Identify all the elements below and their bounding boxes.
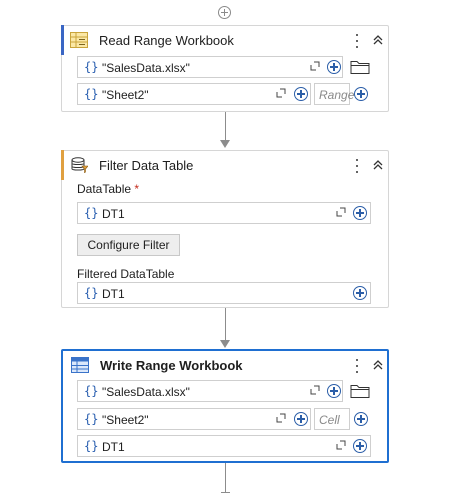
more-vertical-icon[interactable] — [354, 357, 360, 375]
sheet-name-value: "Sheet2" — [102, 413, 149, 427]
datatable-value: DT1 — [102, 440, 125, 454]
activity-header[interactable]: Filter Data Table — [62, 151, 388, 181]
expression-brace-icon: {} — [84, 87, 99, 101]
expression-brace-icon: {} — [84, 439, 99, 453]
expand-editor-icon[interactable] — [310, 385, 320, 395]
expression-brace-icon: {} — [84, 206, 99, 220]
filtered-datatable-value: DT1 — [102, 287, 125, 301]
expression-brace-icon: {} — [84, 60, 99, 74]
connector-line — [225, 308, 226, 341]
plus-circle-icon[interactable] — [354, 87, 368, 101]
range-field[interactable]: Range — [314, 83, 354, 105]
expand-editor-icon[interactable] — [336, 440, 346, 450]
workbook-path-field[interactable]: {} "SalesData.xlsx" — [77, 380, 343, 402]
write-range-workbook-activity[interactable]: Write Range Workbook {} "SalesData.xlsx"… — [61, 349, 389, 463]
plus-circle-icon[interactable] — [353, 439, 367, 453]
datatable-input-field[interactable]: {} DT1 — [77, 202, 371, 224]
activity-title: Read Range Workbook — [99, 33, 234, 48]
folder-icon[interactable] — [350, 59, 370, 75]
add-activity-top-icon[interactable] — [218, 6, 231, 19]
plus-circle-icon[interactable] — [327, 384, 341, 398]
range-placeholder: Range — [319, 88, 355, 102]
chevron-double-up-icon[interactable] — [371, 358, 385, 372]
sheet-name-field[interactable]: {} "Sheet2" — [77, 83, 311, 105]
expression-brace-icon: {} — [84, 412, 99, 426]
activity-header[interactable]: Read Range Workbook — [62, 26, 388, 56]
workbook-path-field[interactable]: {} "SalesData.xlsx" — [77, 56, 343, 78]
read-range-workbook-activity[interactable]: Read Range Workbook {} "SalesData.xlsx" … — [61, 25, 389, 112]
configure-filter-button[interactable]: Configure Filter — [77, 234, 180, 256]
datatable-filter-icon — [71, 157, 88, 173]
more-vertical-icon[interactable] — [354, 157, 360, 175]
plus-circle-icon[interactable] — [353, 286, 367, 300]
activity-header[interactable]: Write Range Workbook — [63, 351, 387, 381]
cell-field[interactable]: Cell — [314, 408, 350, 430]
plus-circle-icon[interactable] — [327, 60, 341, 74]
plus-circle-icon[interactable] — [353, 206, 367, 220]
filtered-datatable-label: Filtered DataTable — [77, 267, 175, 281]
connector-line — [225, 112, 226, 141]
sheet-name-field[interactable]: {} "Sheet2" — [77, 408, 311, 430]
more-vertical-icon[interactable] — [354, 32, 360, 50]
excel-write-icon — [71, 357, 89, 373]
datatable-input-field[interactable]: {} DT1 — [77, 435, 371, 457]
plus-circle-icon[interactable] — [294, 87, 308, 101]
expression-brace-icon: {} — [84, 384, 99, 398]
expand-editor-icon[interactable] — [276, 413, 286, 423]
filtered-datatable-field[interactable]: {} DT1 — [77, 282, 371, 304]
chevron-double-up-icon[interactable] — [371, 158, 385, 172]
datatable-label: DataTable * — [77, 182, 139, 196]
required-mark: * — [134, 182, 140, 196]
connector-end-icon — [221, 492, 230, 493]
excel-read-icon — [70, 32, 88, 48]
plus-circle-icon[interactable] — [294, 412, 308, 426]
expression-brace-icon: {} — [84, 286, 99, 300]
expand-editor-icon[interactable] — [276, 88, 286, 98]
plus-circle-icon[interactable] — [354, 412, 368, 426]
cell-placeholder: Cell — [319, 413, 340, 427]
folder-icon[interactable] — [350, 383, 370, 399]
datatable-label-text: DataTable — [77, 182, 132, 196]
datatable-value: DT1 — [102, 207, 125, 221]
workbook-path-value: "SalesData.xlsx" — [102, 61, 190, 75]
connector-arrow-icon — [220, 140, 230, 148]
connector-arrow-icon — [220, 340, 230, 348]
activity-title: Write Range Workbook — [100, 358, 243, 373]
expand-editor-icon[interactable] — [336, 207, 346, 217]
activity-title: Filter Data Table — [99, 158, 194, 173]
connector-line — [225, 463, 226, 493]
chevron-double-up-icon[interactable] — [371, 33, 385, 47]
expand-editor-icon[interactable] — [310, 61, 320, 71]
sheet-name-value: "Sheet2" — [102, 88, 149, 102]
filter-data-table-activity[interactable]: Filter Data Table DataTable * {} DT1 Con… — [61, 150, 389, 308]
workbook-path-value: "SalesData.xlsx" — [102, 385, 190, 399]
